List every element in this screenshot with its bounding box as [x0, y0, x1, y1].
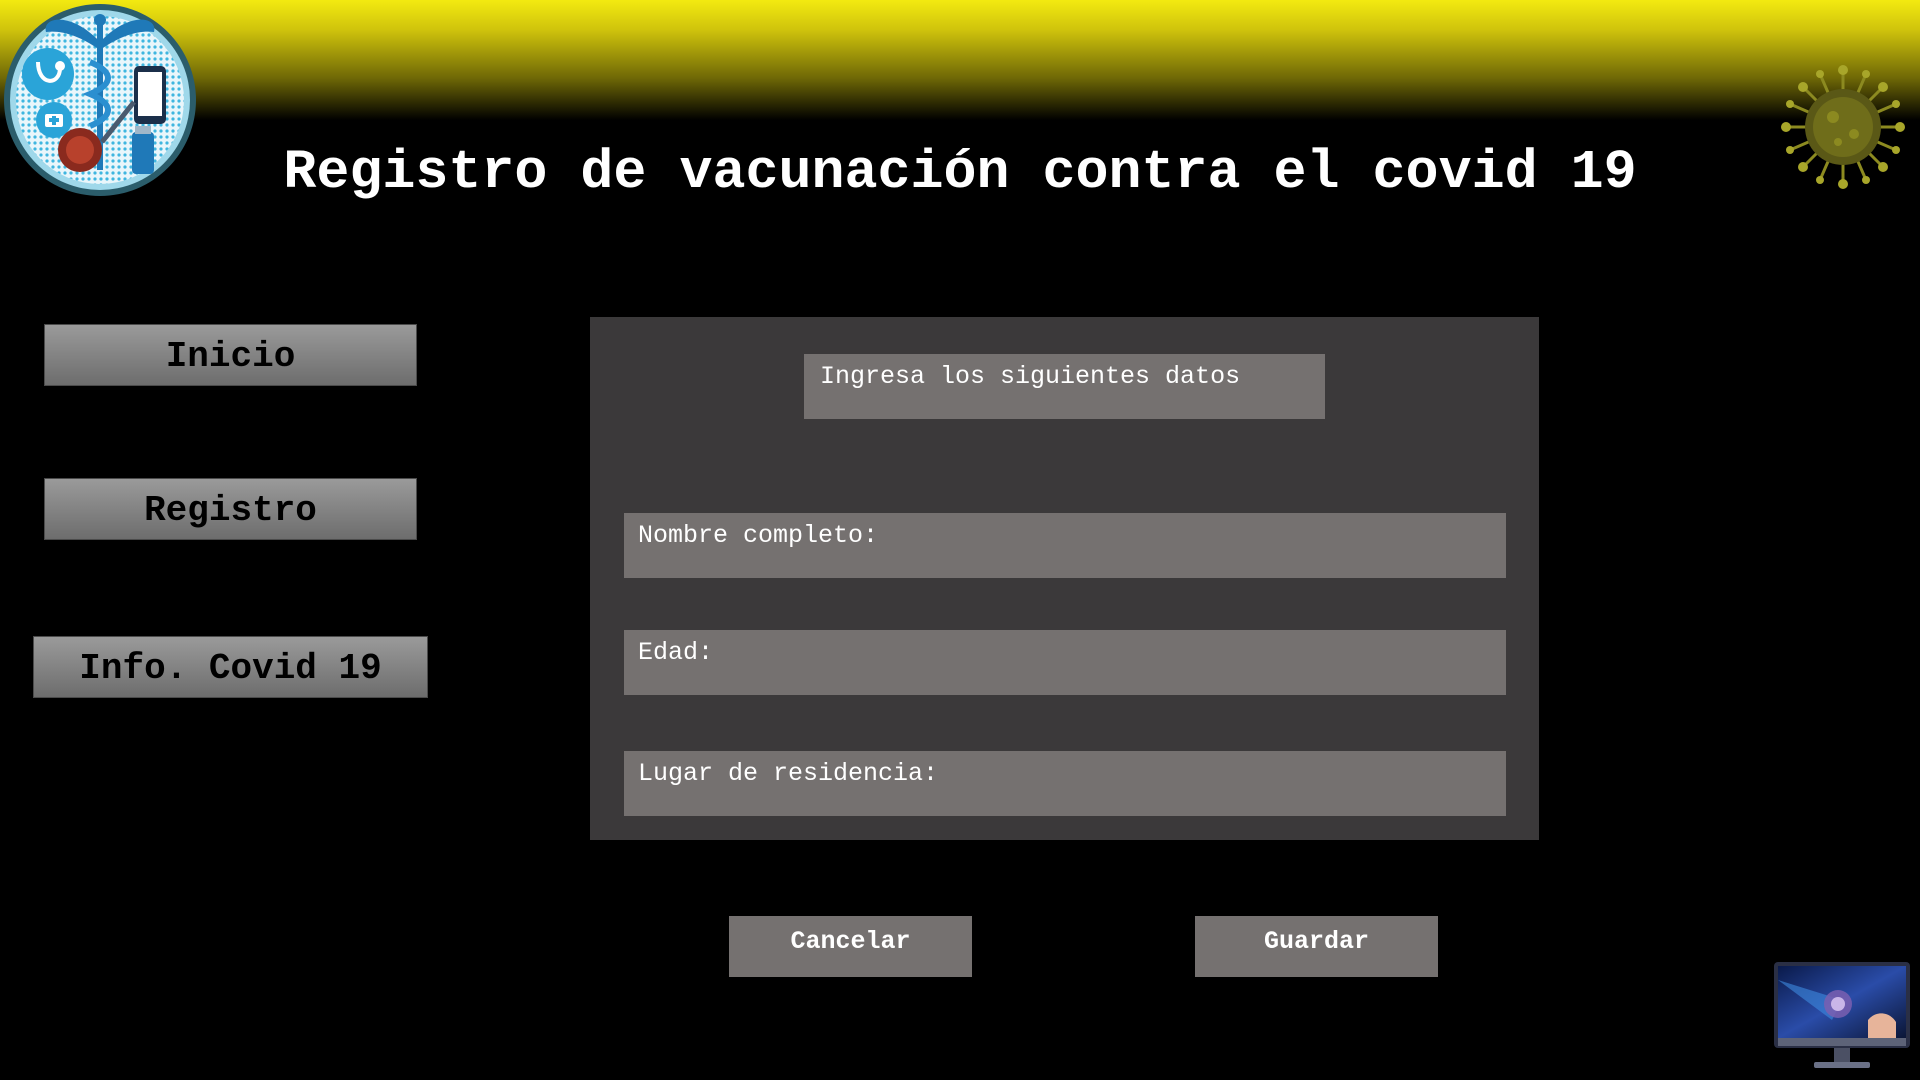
sidebar-item-registro[interactable]: Registro	[44, 478, 417, 540]
page-title: Registro de vacunación contra el covid 1…	[283, 140, 1637, 204]
residence-field[interactable]: Lugar de residencia:	[624, 751, 1506, 816]
age-field[interactable]: Edad:	[624, 630, 1506, 695]
form-heading: Ingresa los siguientes datos	[804, 354, 1325, 419]
sidebar-item-inicio[interactable]: Inicio	[44, 324, 417, 386]
residence-label: Lugar de residencia:	[638, 759, 939, 788]
registration-form: Ingresa los siguientes datos Nombre comp…	[590, 317, 1539, 840]
cancel-button[interactable]: Cancelar	[729, 916, 972, 977]
sidebar-item-info-covid[interactable]: Info. Covid 19	[33, 636, 428, 698]
full-name-field[interactable]: Nombre completo:	[624, 513, 1506, 578]
header-band	[0, 0, 1920, 120]
monitor-icon[interactable]	[1772, 960, 1912, 1072]
coronavirus-icon	[1781, 65, 1905, 189]
save-button[interactable]: Guardar	[1195, 916, 1438, 977]
full-name-label: Nombre completo:	[638, 521, 879, 550]
age-label: Edad:	[638, 638, 714, 667]
